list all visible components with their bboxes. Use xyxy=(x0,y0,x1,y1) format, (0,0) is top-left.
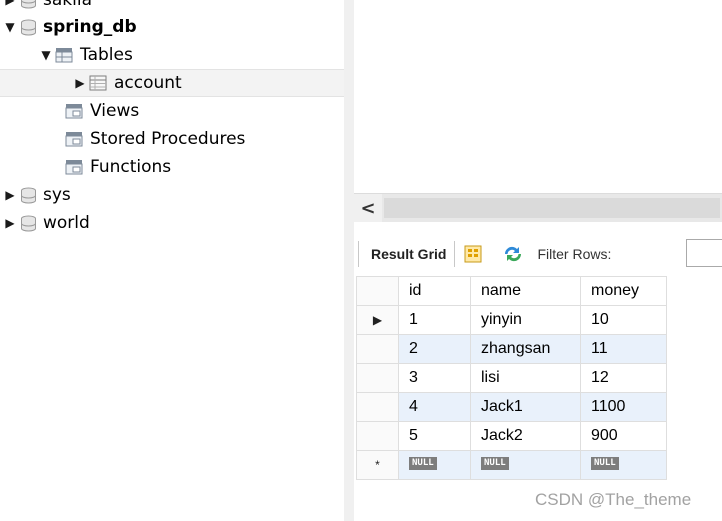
column-header-money[interactable]: money xyxy=(580,276,667,306)
tree-item-stored-procedures[interactable]: Stored Procedures xyxy=(62,125,245,153)
expand-arrow-icon[interactable]: ▶ xyxy=(4,188,16,202)
cell-money[interactable]: NULL xyxy=(580,450,667,480)
tree-item-sys[interactable]: ▶ sys xyxy=(4,181,71,209)
refresh-icon[interactable] xyxy=(501,244,525,264)
column-header-id[interactable]: id xyxy=(398,276,471,306)
tree-item-label: Views xyxy=(90,101,140,121)
horizontal-scrollbar[interactable]: < xyxy=(354,193,722,222)
database-icon xyxy=(21,0,36,9)
row-gutter-header xyxy=(356,276,399,306)
tree-item-label: Functions xyxy=(90,157,172,177)
cell-id[interactable]: 4 xyxy=(398,392,471,422)
database-icon xyxy=(21,187,36,204)
table-row[interactable]: 2 zhangsan 11 xyxy=(356,334,667,364)
tree-item-label: sakila xyxy=(43,0,92,10)
tree-item-spring-db[interactable]: ▼ spring_db xyxy=(4,13,137,41)
table-row[interactable]: ▶ 1 yinyin 10 xyxy=(356,305,667,335)
scroll-left-icon[interactable]: < xyxy=(354,194,382,222)
grid-header-row: id name money xyxy=(356,276,667,306)
cell-id[interactable]: 1 xyxy=(398,305,471,335)
tree-item-label: sys xyxy=(43,185,71,205)
filter-rows-label: Filter Rows: xyxy=(537,246,612,262)
row-gutter[interactable] xyxy=(356,334,399,364)
cell-id[interactable]: NULL xyxy=(398,450,471,480)
cell-name[interactable]: lisi xyxy=(470,363,581,393)
cell-money[interactable]: 12 xyxy=(580,363,667,393)
table-row[interactable]: 5 Jack2 900 xyxy=(356,421,667,451)
cell-name[interactable]: NULL xyxy=(470,450,581,480)
column-header-name[interactable]: name xyxy=(470,276,581,306)
row-gutter[interactable] xyxy=(356,421,399,451)
toolbar-divider xyxy=(454,241,456,267)
cell-money[interactable]: 10 xyxy=(580,305,667,335)
cell-id[interactable]: 3 xyxy=(398,363,471,393)
row-gutter[interactable] xyxy=(356,363,399,393)
folder-view-icon xyxy=(65,104,83,119)
tree-item-label: Tables xyxy=(80,45,133,65)
tree-item-label: account xyxy=(114,73,182,93)
row-gutter[interactable] xyxy=(356,392,399,422)
filter-rows-input[interactable] xyxy=(686,239,722,267)
null-badge: NULL xyxy=(409,457,437,470)
folder-function-icon xyxy=(65,160,83,175)
results-panel: < Result Grid Filter Rows: id name money xyxy=(354,0,722,521)
collapse-arrow-icon[interactable]: ▼ xyxy=(40,48,52,62)
cell-name[interactable]: Jack1 xyxy=(470,392,581,422)
cell-name[interactable]: yinyin xyxy=(470,305,581,335)
null-badge: NULL xyxy=(591,457,619,470)
expand-arrow-icon[interactable]: ▶ xyxy=(74,76,86,90)
scrollbar-thumb[interactable] xyxy=(384,198,720,218)
form-editor-icon[interactable] xyxy=(463,244,483,264)
tree-item-account[interactable]: ▶ account xyxy=(0,69,344,97)
new-row-marker-icon[interactable]: * xyxy=(356,450,399,480)
cell-name[interactable]: Jack2 xyxy=(470,421,581,451)
tree-item-label: spring_db xyxy=(43,17,137,37)
result-grid-tab[interactable]: Result Grid xyxy=(359,246,454,262)
result-grid: id name money ▶ 1 yinyin 10 2 zhangsan 1… xyxy=(356,276,667,480)
expand-arrow-icon[interactable]: ▶ xyxy=(4,216,16,230)
cell-money[interactable]: 11 xyxy=(580,334,667,364)
tree-item-label: world xyxy=(43,213,90,233)
tree-item-functions[interactable]: Functions xyxy=(62,153,171,181)
collapse-arrow-icon[interactable]: ▼ xyxy=(4,20,16,34)
folder-procedure-icon xyxy=(65,132,83,147)
tree-item-tables[interactable]: ▼ Tables xyxy=(40,41,133,69)
null-badge: NULL xyxy=(481,457,509,470)
current-row-marker-icon[interactable]: ▶ xyxy=(356,305,399,335)
table-row[interactable]: 3 lisi 12 xyxy=(356,363,667,393)
cell-name[interactable]: zhangsan xyxy=(470,334,581,364)
tree-item-views[interactable]: Views xyxy=(62,97,139,125)
tree-item-sakila[interactable]: ▶ sakila xyxy=(4,0,92,14)
tree-item-label: Stored Procedures xyxy=(90,129,246,149)
watermark: CSDN @The_theme xyxy=(535,490,692,509)
table-row[interactable]: 4 Jack1 1100 xyxy=(356,392,667,422)
tree-item-world[interactable]: ▶ world xyxy=(4,209,90,237)
cell-money[interactable]: 900 xyxy=(580,421,667,451)
new-row[interactable]: * NULL NULL NULL xyxy=(356,450,667,480)
folder-table-icon xyxy=(55,48,73,63)
database-icon xyxy=(21,215,36,232)
panel-splitter[interactable] xyxy=(344,0,354,521)
table-icon xyxy=(89,75,107,91)
expand-arrow-icon[interactable]: ▶ xyxy=(4,0,16,7)
cell-id[interactable]: 2 xyxy=(398,334,471,364)
result-toolbar: Result Grid Filter Rows: xyxy=(358,236,722,272)
cell-money[interactable]: 1100 xyxy=(580,392,667,422)
schema-navigator: ▶ sakila ▼ spring_db ▼ Tables ▶ account … xyxy=(0,0,344,521)
cell-id[interactable]: 5 xyxy=(398,421,471,451)
database-icon xyxy=(21,19,36,36)
